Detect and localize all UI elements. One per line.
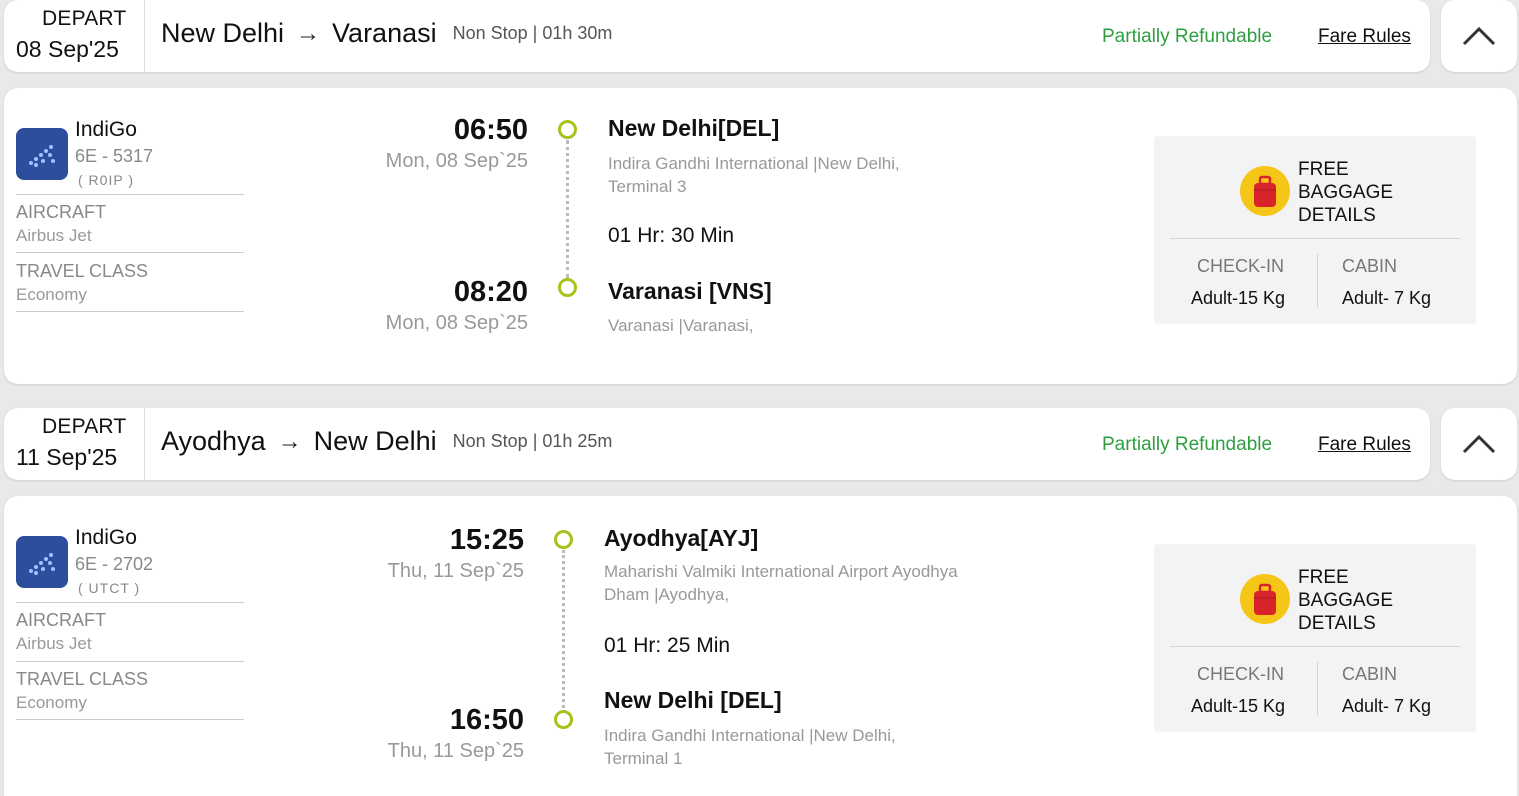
divider	[16, 311, 244, 312]
fare-rules-link[interactable]: Fare Rules	[1318, 434, 1411, 456]
flight-duration: 01 Hr: 30 Min	[608, 224, 735, 247]
flight-duration: 01 Hr: 25 Min	[604, 634, 731, 657]
arrival-dot	[554, 710, 573, 729]
depart-label: DEPART	[42, 415, 127, 438]
baggage-panel: FREE BAGGAGE DETAILS CHECK-IN Adult-15 K…	[1154, 544, 1476, 732]
departure-date: Thu, 11 Sep`25	[387, 560, 524, 582]
divider	[16, 719, 244, 720]
departure-dot	[554, 530, 573, 549]
baggage-panel: FREE BAGGAGE DETAILS CHECK-IN Adult-15 K…	[1154, 136, 1476, 324]
departure-time: 06:50	[453, 114, 528, 146]
airline-name: IndiGo	[75, 118, 137, 141]
divider	[1170, 238, 1460, 239]
timeline-line	[562, 550, 565, 708]
indigo-logo-icon	[16, 536, 68, 588]
departure-city: New Delhi[DEL]	[608, 115, 780, 141]
cabin-value: Adult- 7 Kg	[1342, 696, 1432, 716]
departure-city: Ayodhya[AYJ]	[604, 525, 759, 551]
route-meta: Non Stop | 01h 25m	[452, 431, 613, 451]
segment-1-details: IndiGo 6E - 5317 ( R0IP ) AIRCRAFT Airbu…	[4, 88, 1517, 384]
arrival-city: New Delhi [DEL]	[604, 687, 782, 713]
travel-class-value: Economy	[16, 285, 87, 304]
arrival-date: Thu, 11 Sep`25	[387, 740, 524, 762]
fare-rules-link[interactable]: Fare Rules	[1318, 26, 1411, 48]
refund-status: Partially Refundable	[1102, 434, 1273, 455]
route-from: Ayodhya	[161, 426, 266, 456]
baggage-icon	[1240, 166, 1290, 216]
arrival-airport: Varanasi |Varanasi,	[608, 316, 754, 335]
collapse-button[interactable]	[1441, 0, 1517, 72]
cabin-value: Adult- 7 Kg	[1342, 288, 1432, 308]
departure-dot	[558, 120, 577, 139]
route: Ayodhya → New Delhi Non Stop | 01h 25m	[161, 426, 612, 457]
baggage-icon	[1240, 574, 1290, 624]
segment-2-details: IndiGo 6E - 2702 ( UTCT ) AIRCRAFT Airbu…	[4, 496, 1517, 796]
route-from: New Delhi	[161, 18, 285, 48]
checkin-value: Adult-15 Kg	[1191, 288, 1286, 308]
flight-number: 6E - 2702	[75, 554, 154, 574]
checkin-label: CHECK-IN	[1197, 664, 1285, 684]
chevron-up-icon	[1462, 434, 1496, 454]
arrival-dot	[558, 278, 577, 297]
segment-2-header: DEPART 11 Sep'25 Ayodhya → New Delhi Non…	[4, 408, 1430, 480]
indigo-logo-icon	[16, 128, 68, 180]
arrival-airport: Indira Gandhi International |New Delhi, …	[604, 726, 896, 768]
depart-date: 11 Sep'25	[16, 444, 118, 470]
depart-box: DEPART 11 Sep'25	[4, 408, 145, 480]
divider	[16, 661, 244, 662]
arrival-city: Varanasi [VNS]	[608, 278, 772, 304]
departure-airport: Indira Gandhi International |New Delhi, …	[608, 154, 900, 196]
depart-box: DEPART 08 Sep'25	[4, 0, 145, 72]
arrival-time: 16:50	[449, 704, 524, 736]
travel-class-label: TRAVEL CLASS	[16, 669, 149, 689]
depart-label: DEPART	[42, 7, 127, 30]
divider	[1317, 662, 1318, 716]
departure-airport: Maharishi Valmiki International Airport …	[604, 562, 958, 604]
cabin-label: CABIN	[1342, 664, 1398, 684]
collapse-button[interactable]	[1441, 408, 1517, 480]
aircraft-label: AIRCRAFT	[16, 610, 106, 630]
route: New Delhi → Varanasi Non Stop | 01h 30m	[161, 18, 612, 49]
checkin-label: CHECK-IN	[1197, 256, 1285, 276]
fare-code: ( R0IP )	[78, 172, 134, 188]
route-to: New Delhi	[313, 426, 437, 456]
baggage-title: FREE BAGGAGE DETAILS	[1298, 567, 1394, 634]
checkin-value: Adult-15 Kg	[1191, 696, 1286, 716]
departure-time: 15:25	[449, 524, 524, 556]
segment-1-header: DEPART 08 Sep'25 New Delhi → Varanasi No…	[4, 0, 1430, 72]
baggage-title: FREE BAGGAGE DETAILS	[1298, 159, 1394, 226]
travel-class-value: Economy	[16, 693, 87, 712]
arrival-date: Mon, 08 Sep`25	[385, 312, 528, 334]
cabin-label: CABIN	[1342, 256, 1398, 276]
route-meta: Non Stop | 01h 30m	[452, 23, 613, 43]
travel-class-label: TRAVEL CLASS	[16, 261, 149, 281]
refund-status: Partially Refundable	[1102, 26, 1273, 47]
divider	[16, 252, 244, 253]
chevron-up-icon	[1462, 26, 1496, 46]
flight-number: 6E - 5317	[75, 146, 154, 166]
arrival-time: 08:20	[453, 276, 528, 308]
airline-name: IndiGo	[75, 526, 137, 549]
route-to: Varanasi	[332, 18, 437, 48]
aircraft-value: Airbus Jet	[16, 634, 92, 653]
fare-code: ( UTCT )	[78, 580, 141, 596]
divider	[1170, 646, 1460, 647]
departure-date: Mon, 08 Sep`25	[385, 150, 528, 172]
depart-date: 08 Sep'25	[16, 36, 119, 62]
aircraft-label: AIRCRAFT	[16, 202, 106, 222]
arrow-right-icon: →	[277, 427, 302, 455]
arrow-right-icon: →	[296, 19, 321, 47]
divider	[16, 194, 244, 195]
timeline-line	[566, 140, 569, 278]
divider	[16, 602, 244, 603]
aircraft-value: Airbus Jet	[16, 226, 92, 245]
divider	[1317, 254, 1318, 308]
